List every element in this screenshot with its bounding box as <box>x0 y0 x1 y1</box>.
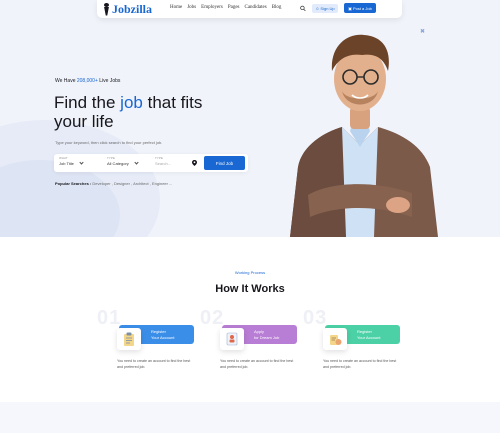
type-value: All Category <box>107 161 129 166</box>
chevron-down-icon <box>134 160 139 165</box>
location-input[interactable]: Search... <box>155 161 171 166</box>
search-icon[interactable] <box>300 5 306 12</box>
step-subtitle: Your Account <box>151 334 175 340</box>
section-tag: Working Process <box>234 270 266 275</box>
live-jobs-suffix: Live Jobs <box>99 78 121 84</box>
step-number: 01 <box>97 307 122 329</box>
find-job-button[interactable]: Find Job <box>204 156 245 170</box>
nav-link-jobs[interactable]: Jobs <box>187 5 196 10</box>
logo-icon <box>103 2 110 16</box>
user-icon: ☺ <box>315 6 320 11</box>
sign-up-label: Sign Up <box>320 6 335 11</box>
step-subtitle: for Dream Job <box>254 334 280 340</box>
headline-part: that fits <box>147 93 203 112</box>
step-number: 02 <box>200 307 225 329</box>
nav-link-employers[interactable]: Employers <box>201 5 223 10</box>
hero-subline: Type your keyword, then click search to … <box>55 140 163 145</box>
clipboard-icon <box>117 328 141 350</box>
contract-icon <box>323 328 347 350</box>
popular-searches-terms[interactable]: Developer , Designer , Architect , Engin… <box>92 181 172 186</box>
what-select[interactable]: Job Title <box>59 160 84 166</box>
nav-link-blog[interactable]: Blog <box>272 5 282 10</box>
next-section-band <box>0 402 500 433</box>
location-pin-icon <box>192 160 197 166</box>
nav-link-home[interactable]: Home <box>170 5 182 10</box>
step-description: You need to create an account to find th… <box>117 359 191 369</box>
briefcase-icon: ▣ <box>348 5 352 11</box>
what-field[interactable]: WHAT Job Title <box>59 156 84 166</box>
nav-links: Home Jobs Employers Pages Candidates Blo… <box>170 5 281 10</box>
hero-person-image <box>290 34 438 237</box>
type-label: TYPE <box>107 156 115 160</box>
post-job-label: Post a Job <box>352 5 372 11</box>
live-jobs-prefix: We Have <box>55 78 76 84</box>
nav-link-candidates[interactable]: Candidates <box>244 5 266 10</box>
top-navbar: Jobzilla Home Jobs Employers Pages Candi… <box>97 0 402 18</box>
location-field[interactable]: TYPE Search... <box>155 156 171 166</box>
hero-section: Jobzilla Home Jobs Employers Pages Candi… <box>0 0 500 237</box>
step-subtitle: Your Account <box>357 334 381 340</box>
step-number: 03 <box>303 307 328 329</box>
type-field[interactable]: TYPE All Category <box>107 156 139 166</box>
resume-icon <box>220 328 244 350</box>
nav-link-pages[interactable]: Pages <box>228 5 240 10</box>
what-value: Job Title <box>59 161 74 166</box>
step-title: Register <box>357 329 372 334</box>
step-description: You need to create an account to find th… <box>220 359 294 369</box>
location-label: TYPE <box>155 156 163 160</box>
sign-up-button[interactable]: ☺ Sign Up <box>312 4 338 13</box>
live-jobs-text: We Have 208,000+ Live Jobs <box>55 78 120 84</box>
process-step-2: 02 Apply for Dream Job You need to create… <box>200 307 310 377</box>
hero-headline: Find the job that fits your life <box>54 93 254 131</box>
section-title: How It Works <box>215 283 285 295</box>
step-description: You need to create an account to find th… <box>323 359 397 369</box>
step-title: Register <box>151 329 166 334</box>
popular-searches-label: Popular Searches : <box>55 181 92 186</box>
chevron-down-icon <box>79 160 84 165</box>
post-job-button[interactable]: ▣ Post a Job <box>344 3 376 13</box>
logo[interactable]: Jobzilla <box>103 1 152 17</box>
process-step-1: 01 Register Your Account You need to crea… <box>97 307 207 377</box>
logo-text: Jobzilla <box>112 1 153 16</box>
step-title: Apply <box>254 329 265 334</box>
close-icon[interactable]: ✖ <box>420 28 425 35</box>
headline-highlight: job <box>120 93 143 112</box>
category-select[interactable]: All Category <box>107 160 139 166</box>
headline-part: Find the <box>54 93 116 112</box>
what-label: WHAT <box>59 156 68 160</box>
popular-searches: Popular Searches : Developer , Designer … <box>55 181 172 186</box>
live-jobs-count: 208,000+ <box>76 78 98 84</box>
headline-part: your life <box>54 112 114 131</box>
process-step-3: 03 Register Your Account You need to crea… <box>303 307 413 377</box>
